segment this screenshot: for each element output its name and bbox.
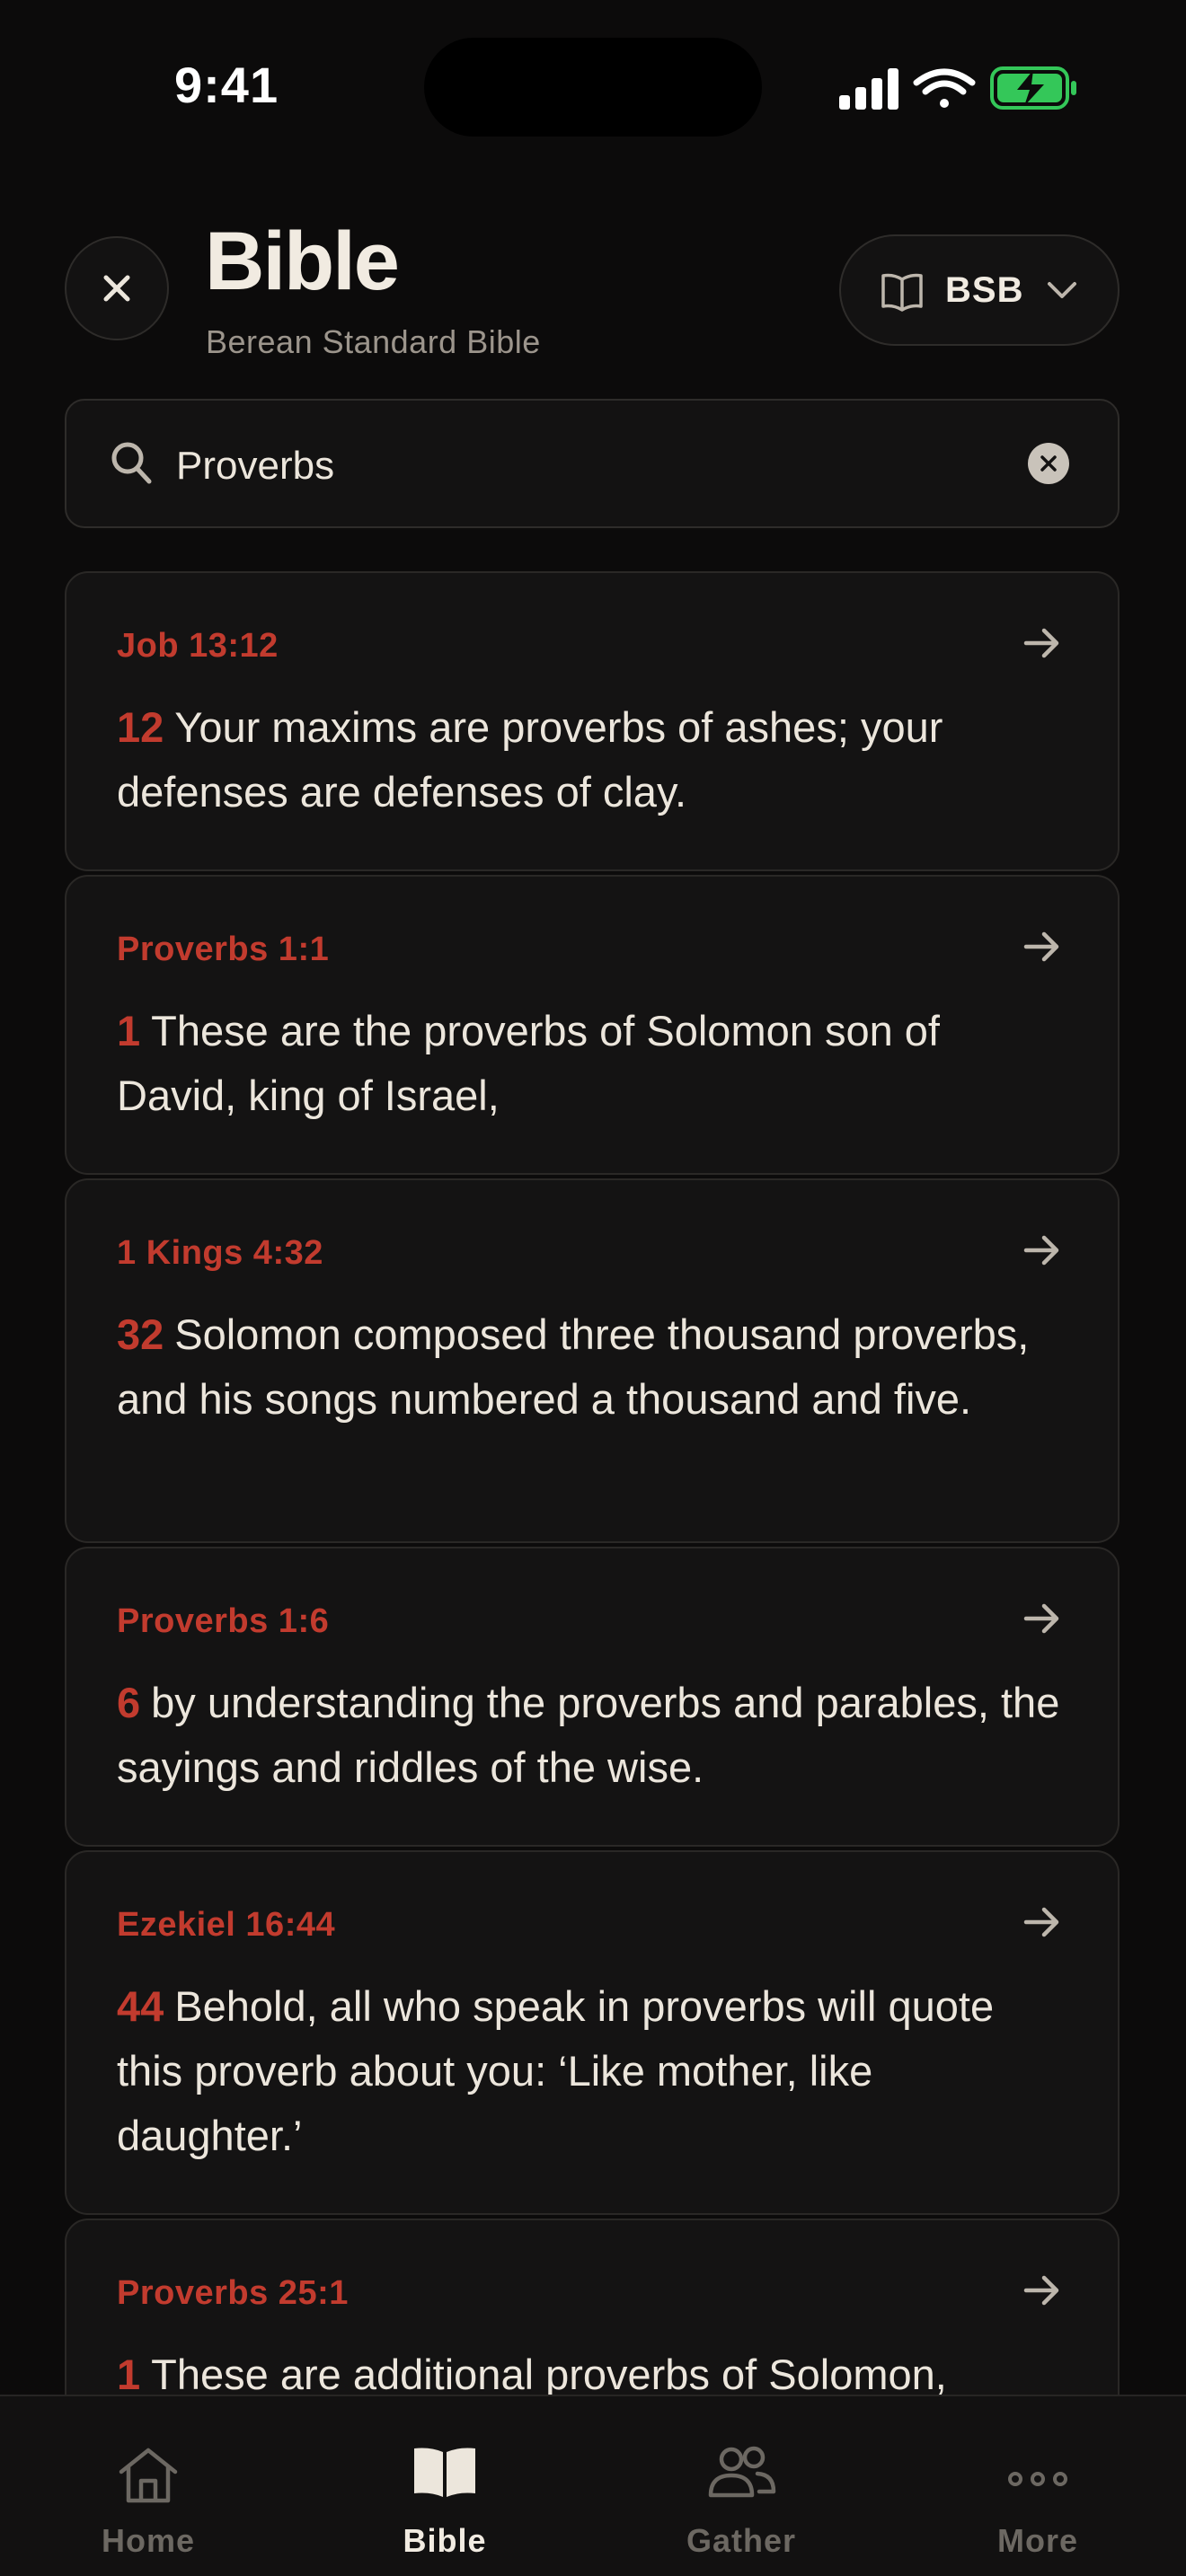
tab-more[interactable]: More xyxy=(890,2396,1186,2576)
verse-number: 44 xyxy=(117,1982,164,2030)
tab-gather[interactable]: Gather xyxy=(593,2396,890,2576)
book-icon xyxy=(414,2448,475,2497)
signal-icon xyxy=(839,68,898,110)
result-reference: Proverbs 25:1 xyxy=(117,2274,349,2312)
tab-home[interactable]: Home xyxy=(0,2396,296,2576)
verse-number: 1 xyxy=(117,1007,141,1054)
book-outline-icon xyxy=(881,273,923,312)
status-bar: 9:41 xyxy=(0,0,1186,171)
result-card[interactable]: Proverbs 25:1 1 These are additional prov… xyxy=(65,2219,1120,2395)
tab-label: More xyxy=(996,2522,1078,2559)
home-icon xyxy=(119,2448,178,2503)
arrow-right-icon xyxy=(1023,931,1059,962)
arrow-right-icon xyxy=(1023,1603,1059,1634)
status-time: 9:41 xyxy=(174,57,279,113)
verse-number: 12 xyxy=(117,703,164,751)
page-subtitle: Berean Standard Bible xyxy=(206,323,541,360)
result-card[interactable]: Proverbs 1:6 6 by understanding the prove… xyxy=(65,1547,1120,1847)
version-selector-button[interactable]: BSB xyxy=(839,234,1120,346)
result-verse-text: 6 by understanding the proverbs and parab… xyxy=(117,1679,1060,1791)
version-label: BSB xyxy=(945,270,1024,310)
result-reference: 1 Kings 4:32 xyxy=(117,1234,323,1272)
status-icons xyxy=(839,63,1082,113)
search-field[interactable]: Proverbs xyxy=(65,399,1120,528)
result-verse-text: 32 Solomon composed three thousand prover… xyxy=(117,1310,1030,1423)
dynamic-island xyxy=(424,38,762,137)
result-reference: Job 13:12 xyxy=(117,627,279,665)
result-reference: Proverbs 1:1 xyxy=(117,931,330,968)
arrow-right-icon xyxy=(1023,2275,1059,2306)
result-reference: Ezekiel 16:44 xyxy=(117,1906,336,1944)
arrow-right-icon xyxy=(1023,1235,1059,1266)
result-verse-text: 44 Behold, all who speak in proverbs will… xyxy=(117,1982,995,2159)
tab-label: Bible xyxy=(403,2522,487,2559)
search-icon xyxy=(111,442,152,484)
page-title: Bible xyxy=(205,216,400,307)
result-card[interactable]: Job 13:12 12 Your maxims are proverbs of … xyxy=(65,571,1120,871)
result-card[interactable]: Proverbs 1:1 1 These are the proverbs of … xyxy=(65,875,1120,1175)
close-icon xyxy=(103,275,130,302)
arrow-right-icon xyxy=(1023,1907,1059,1937)
search-results-list: Job 13:12 12 Your maxims are proverbs of … xyxy=(65,571,1120,2395)
result-verse-text: 1 These are the proverbs of Solomon son o… xyxy=(117,1007,940,1119)
tab-bible[interactable]: Bible xyxy=(296,2396,593,2576)
result-verse-text: 1 These are additional proverbs of Solomo… xyxy=(117,2342,1069,2395)
clear-icon xyxy=(1040,455,1057,472)
verse-number: 1 xyxy=(117,2351,141,2395)
more-icon xyxy=(1008,2472,1067,2486)
result-card[interactable]: Ezekiel 16:44 44 Behold, all who speak in… xyxy=(65,1850,1120,2215)
result-verse-text: 12 Your maxims are proverbs of ashes; you… xyxy=(117,703,943,816)
clear-search-button[interactable] xyxy=(1028,443,1069,484)
chevron-down-icon xyxy=(1048,282,1076,298)
result-reference: Proverbs 1:6 xyxy=(117,1602,330,1640)
search-input-value[interactable]: Proverbs xyxy=(176,444,334,489)
result-card[interactable]: 1 Kings 4:32 32 Solomon composed three th… xyxy=(65,1178,1120,1543)
tab-label: Home xyxy=(101,2522,196,2559)
close-button[interactable] xyxy=(65,236,169,340)
verse-number: 6 xyxy=(117,1679,141,1726)
people-icon xyxy=(708,2446,776,2498)
battery-icon xyxy=(990,66,1076,110)
arrow-right-icon xyxy=(1023,628,1059,658)
tab-bar: Home Bible Gather More xyxy=(0,2395,1186,2576)
verse-number: 32 xyxy=(117,1310,164,1358)
tab-label: Gather xyxy=(686,2522,797,2559)
wifi-icon xyxy=(913,68,976,108)
